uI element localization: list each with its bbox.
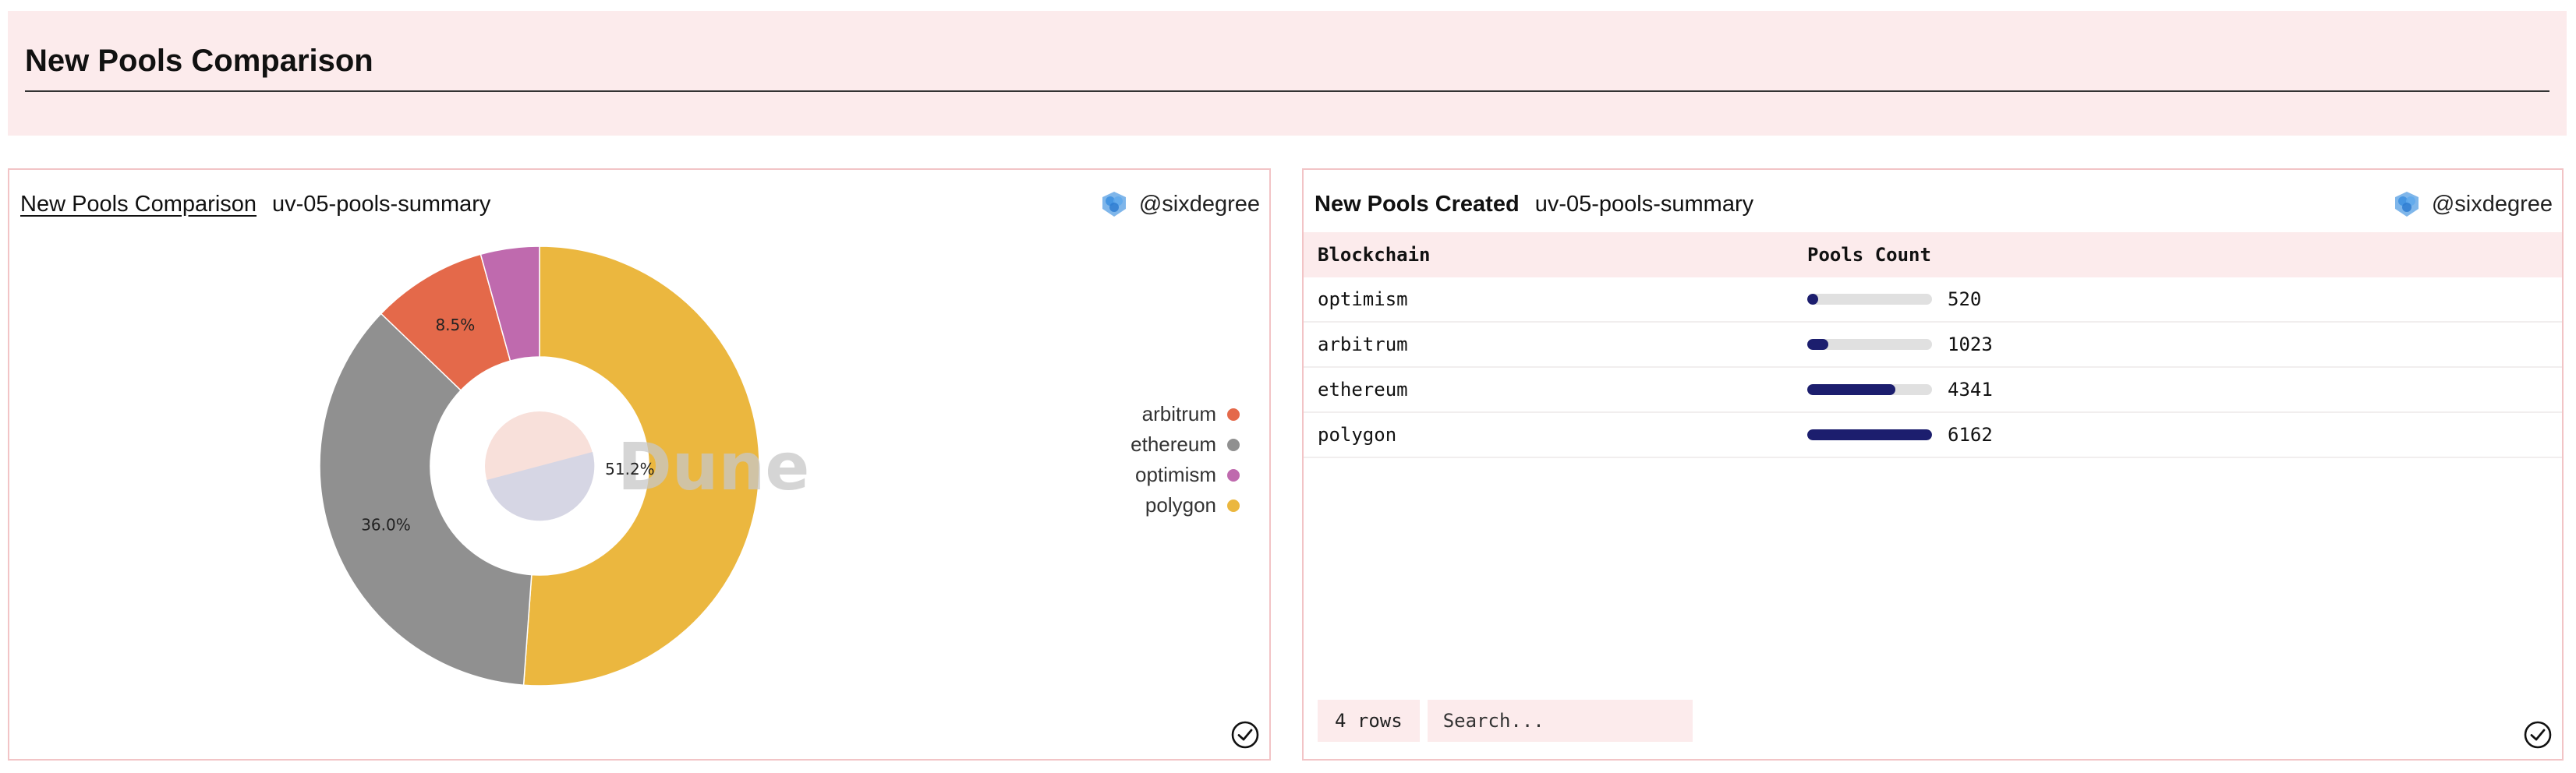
cell-blockchain: arbitrum	[1318, 334, 1408, 355]
column-header-blockchain[interactable]: Blockchain	[1304, 244, 1807, 266]
legend-item-ethereum[interactable]: ethereum	[1131, 432, 1240, 456]
cell-blockchain: polygon	[1318, 424, 1397, 446]
legend-item-polygon[interactable]: polygon	[1145, 493, 1240, 517]
count-bar-fill	[1807, 339, 1828, 350]
legend-item-arbitrum[interactable]: arbitrum	[1141, 402, 1240, 425]
column-header-pools-count[interactable]: Pools Count	[1807, 244, 2562, 266]
count-value: 6162	[1948, 424, 1993, 446]
legend-dot-icon	[1227, 499, 1240, 512]
cell-pools-count: 520	[1807, 288, 2562, 310]
table-row[interactable]: ethereum 4341	[1304, 368, 2562, 413]
legend-label: ethereum	[1131, 432, 1216, 456]
table-row[interactable]: arbitrum 1023	[1304, 323, 2562, 368]
chart-card: New Pools Comparison uv-05-pools-summary…	[8, 168, 1271, 761]
legend-label: polygon	[1145, 493, 1216, 517]
count-value: 1023	[1948, 334, 1993, 355]
table-footer: 4 rows	[1318, 700, 1693, 742]
table-query-name: uv-05-pools-summary	[1534, 191, 1754, 217]
legend-dot-icon	[1227, 438, 1240, 451]
dashboard-header: New Pools Comparison	[8, 11, 2567, 136]
legend-label: optimism	[1134, 463, 1216, 486]
count-bar	[1807, 429, 1932, 440]
cell-blockchain: ethereum	[1318, 379, 1408, 401]
checkmark-icon	[1231, 721, 1259, 749]
table-title: New Pools Created	[1315, 191, 1520, 217]
table-row[interactable]: polygon 6162	[1304, 413, 2562, 458]
pie-chart-svg: Dune 51.2%36.0%8.5%	[319, 245, 809, 687]
cell-pools-count: 4341	[1807, 379, 2562, 401]
count-value: 520	[1948, 288, 1982, 310]
author-handle: @sixdegree	[2431, 191, 2553, 217]
pie-chart: Dune 51.2% 36.0% 8.5%	[9, 170, 1272, 762]
table-card: New Pools Created uv-05-pools-summary @s…	[1302, 168, 2564, 761]
pie-label-polygon: 51.2%	[605, 460, 655, 478]
table-author[interactable]: @sixdegree	[2393, 185, 2553, 223]
cell-pools-count: 6162	[1807, 424, 2562, 446]
header-divider	[25, 90, 2549, 92]
pie-label-arbitrum: 8.5%	[435, 316, 475, 334]
page-title: New Pools Comparison	[25, 44, 373, 78]
count-value: 4341	[1948, 379, 1993, 401]
count-bar	[1807, 339, 1932, 350]
table-body: optimism 520 arbitrum 1023 ethereum 4341 polyg…	[1304, 277, 2562, 458]
search-input[interactable]	[1427, 700, 1693, 742]
legend-item-optimism[interactable]: optimism	[1134, 463, 1240, 486]
count-bar-fill	[1807, 384, 1895, 395]
row-count-badge: 4 rows	[1318, 700, 1420, 742]
author-avatar-icon	[2394, 192, 2419, 217]
table-row[interactable]: optimism 520	[1304, 277, 2562, 323]
table-header-row: Blockchain Pools Count	[1304, 232, 2562, 277]
legend-dot-icon	[1227, 468, 1240, 482]
count-bar-fill	[1807, 429, 1932, 440]
count-bar	[1807, 384, 1932, 395]
table-card-header: New Pools Created uv-05-pools-summary	[1315, 185, 1753, 223]
cell-pools-count: 1023	[1807, 334, 2562, 355]
chart-legend: arbitrum ethereum optimism polygon	[1131, 402, 1240, 517]
cell-blockchain: optimism	[1318, 288, 1408, 310]
count-bar	[1807, 294, 1932, 305]
count-bar-fill	[1807, 294, 1818, 305]
legend-label: arbitrum	[1141, 402, 1216, 425]
pools-table: Blockchain Pools Count optimism 520 arbitr…	[1304, 232, 2562, 458]
checkmark-icon	[2524, 721, 2552, 749]
legend-dot-icon	[1227, 408, 1240, 421]
pie-label-ethereum: 36.0%	[361, 516, 411, 535]
